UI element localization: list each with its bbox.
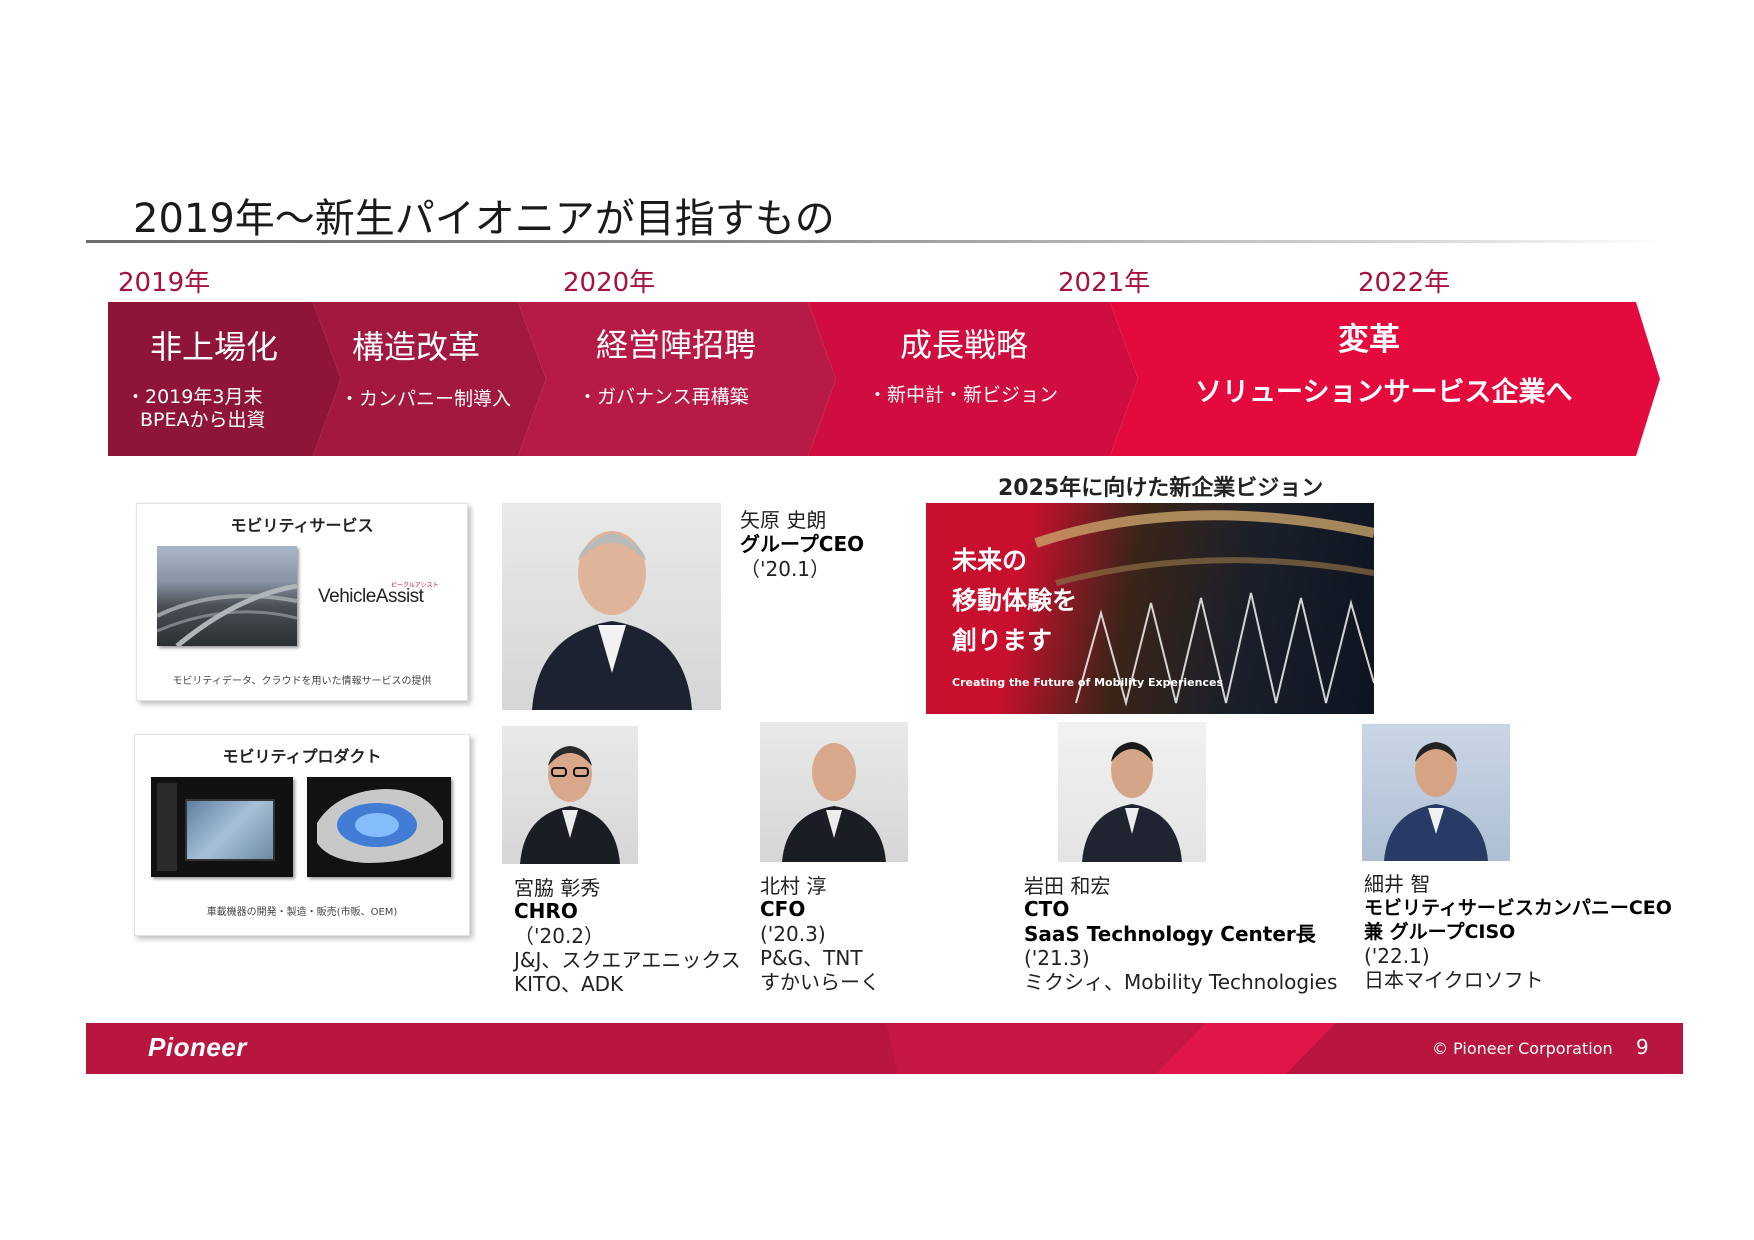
- phase-sub-5: ソリューションサービス企業へ: [1195, 377, 1573, 408]
- cfo-name: 北村 淳: [760, 874, 827, 898]
- ceo-role: グループCEO: [740, 532, 865, 556]
- ceo-name: 矢原 史朗: [740, 508, 827, 532]
- cfo-photo: [760, 722, 908, 862]
- vehicle-assist-logo: VehicleAssist: [318, 586, 424, 607]
- cfo-joined: ('20.3): [760, 922, 826, 946]
- chro-career-2: KITO、ADK: [514, 972, 624, 996]
- mobility-service-card: モビリティサービス VehicleAssist ビークルアシスト モビリティデー…: [136, 503, 468, 701]
- page-number: 9: [1636, 1035, 1649, 1059]
- ceo-joined: （'20.1）: [740, 557, 831, 581]
- ciso-career: 日本マイクロソフト: [1364, 968, 1544, 992]
- ciso-name: 細井 智: [1364, 872, 1431, 896]
- chro-career-1: J&J、スクエアエニックス: [514, 948, 741, 972]
- phase-sub-4: ・新中計・新ビジョン: [868, 384, 1059, 406]
- page-title: 2019年～新生パイオニアが目指すもの: [133, 196, 835, 242]
- phase-sub-1b: BPEAから出資: [140, 409, 266, 431]
- cto-joined: ('21.3): [1024, 946, 1090, 970]
- phase-sub-3: ・ガバナンス再構築: [578, 386, 749, 408]
- vision-image: 未来の 移動体験を 創ります Creating the Future of Mo…: [926, 503, 1374, 714]
- year-label-2019: 2019年: [118, 268, 211, 298]
- year-label-2022: 2022年: [1358, 268, 1451, 298]
- chro-name: 宮脇 彰秀: [514, 876, 601, 900]
- copyright-text: © Pioneer Corporation: [1432, 1039, 1613, 1058]
- car-audio-image: [307, 777, 451, 877]
- car-navigation-image: [151, 777, 293, 877]
- chro-role: CHRO: [514, 899, 578, 923]
- mobility-product-card: モビリティプロダクト 車載機器の開発・製造・販売(市販、OEM): [134, 734, 470, 936]
- ciso-role: モビリティサービスカンパニーCEO: [1364, 897, 1672, 919]
- vehicle-assist-kana: ビークルアシスト: [391, 582, 439, 589]
- phase-title-4: 成長戦略: [900, 326, 1029, 364]
- phase-sub-1a: ・2019年3月末: [126, 386, 263, 408]
- highway-image: [157, 546, 297, 646]
- footer-bar: Pioneer © Pioneer Corporation 9: [86, 1023, 1683, 1074]
- card-caption: 車載機器の開発・製造・販売(市販、OEM): [206, 907, 398, 918]
- cto-photo: [1058, 722, 1206, 862]
- cfo-career-2: すかいらーく: [760, 970, 880, 994]
- pioneer-logo: Pioneer: [148, 1032, 247, 1062]
- ceo-photo: [502, 503, 721, 710]
- vision-line-2: 移動体験を: [952, 586, 1078, 615]
- card-title: モビリティプロダクト: [222, 747, 382, 766]
- cfo-career-1: P&G、TNT: [760, 946, 863, 970]
- card-title: モビリティサービス: [230, 516, 374, 535]
- phase-sub-2: ・カンパニー制導入: [340, 388, 512, 410]
- phase-title-1: 非上場化: [150, 328, 279, 366]
- ciso-photo: [1362, 724, 1510, 861]
- year-label-2021: 2021年: [1058, 268, 1151, 298]
- ciso-role-2: 兼 グループCISO: [1364, 921, 1516, 943]
- card-caption: モビリティデータ、クラウドを用いた情報サービスの提供: [172, 676, 432, 687]
- vision-tagline: Creating the Future of Mobility Experien…: [952, 676, 1224, 689]
- cto-name: 岩田 和宏: [1024, 874, 1111, 898]
- vision-line-3: 創ります: [952, 626, 1053, 655]
- chro-photo: [502, 726, 638, 864]
- phase-title-2: 構造改革: [352, 328, 481, 366]
- vision-line-1: 未来の: [952, 546, 1028, 575]
- ciso-joined: ('22.1): [1364, 944, 1430, 968]
- phase-title-3: 経営陣招聘: [596, 326, 757, 364]
- year-label-2020: 2020年: [563, 268, 656, 298]
- cto-career: ミクシィ、Mobility Technologies: [1024, 970, 1338, 994]
- chro-joined: （'20.2）: [514, 924, 605, 948]
- vision-heading: 2025年に向けた新企業ビジョン: [998, 476, 1324, 501]
- cto-role-2: SaaS Technology Center長: [1024, 922, 1316, 946]
- title-divider: [86, 240, 1666, 243]
- cfo-role: CFO: [760, 897, 806, 921]
- cto-role: CTO: [1024, 897, 1070, 921]
- phase-title-5: 変革: [1338, 322, 1400, 358]
